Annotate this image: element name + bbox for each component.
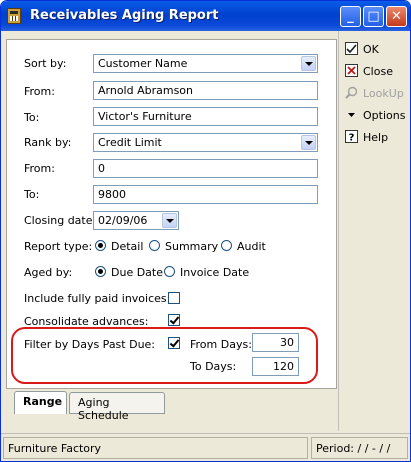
from-rank-field[interactable]: 0 xyxy=(93,159,318,178)
to-rank-label: To: xyxy=(24,188,40,201)
chevron-down-icon[interactable] xyxy=(301,135,316,150)
window-title: Receivables Aging Report xyxy=(30,8,219,23)
report-type-detail-radio[interactable] xyxy=(95,240,106,251)
report-window: Receivables Aging Report _ □ ✕ Sort by: … xyxy=(0,0,411,462)
include-paid-checkbox[interactable] xyxy=(168,292,180,304)
aged-by-due-date-label[interactable]: Due Date xyxy=(111,266,163,279)
status-bar: Furniture Factory Period: / / - / / xyxy=(1,433,410,461)
maximize-button[interactable]: □ xyxy=(363,6,384,27)
report-type-label: Report type: xyxy=(24,240,93,253)
ok-icon xyxy=(345,42,358,55)
close-label: Close xyxy=(363,65,393,78)
include-paid-label: Include fully paid invoices: xyxy=(24,292,171,305)
rank-by-value: Credit Limit xyxy=(98,136,162,149)
tab-range[interactable]: Range xyxy=(14,391,67,414)
close-icon xyxy=(345,64,358,77)
to-rank-field[interactable]: 9800 xyxy=(93,185,318,204)
report-type-summary-label[interactable]: Summary xyxy=(165,240,218,253)
help-label: Help xyxy=(363,131,389,144)
chevron-down-icon[interactable] xyxy=(301,56,316,71)
svg-text:?: ? xyxy=(349,133,355,144)
closing-date-picker[interactable]: 02/09/06 xyxy=(93,211,179,230)
report-type-summary-radio[interactable] xyxy=(149,240,160,251)
minimize-button[interactable]: _ xyxy=(340,6,361,27)
company-name: Furniture Factory xyxy=(3,437,308,459)
sort-by-value: Customer Name xyxy=(98,57,188,70)
command-sidebar: OK Close LookUp Options ? Help xyxy=(341,39,407,434)
triangle-down-icon xyxy=(348,113,355,117)
aged-by-invoice-date-label[interactable]: Invoice Date xyxy=(180,266,249,279)
highlight-annotation xyxy=(11,327,318,384)
closing-date-value: 02/09/06 xyxy=(98,214,148,227)
closing-date-label: Closing date: xyxy=(24,214,97,227)
rank-by-select[interactable]: Credit Limit xyxy=(93,133,318,152)
report-type-detail-label[interactable]: Detail xyxy=(111,240,143,253)
minimize-icon: _ xyxy=(347,9,354,24)
title-bar[interactable]: Receivables Aging Report _ □ ✕ xyxy=(1,1,410,31)
from-label: From: xyxy=(24,85,55,98)
lookup-icon xyxy=(345,86,358,99)
close-window-button[interactable]: ✕ xyxy=(386,6,407,27)
tab-aging-schedule[interactable]: Aging Schedule xyxy=(69,392,165,422)
to-label: To: xyxy=(24,111,40,124)
period-display: Period: / / - / / xyxy=(311,437,408,459)
aged-by-due-date-radio[interactable] xyxy=(95,266,106,277)
sort-by-label: Sort by: xyxy=(24,57,67,70)
ok-label: OK xyxy=(363,43,379,56)
sort-by-select[interactable]: Customer Name xyxy=(93,54,318,73)
rank-by-label: Rank by: xyxy=(24,136,72,149)
from-rank-label: From: xyxy=(24,162,55,175)
maximize-icon: □ xyxy=(367,9,380,24)
calculator-icon xyxy=(7,8,21,24)
aged-by-invoice-date-radio[interactable] xyxy=(164,266,175,277)
chevron-down-icon[interactable] xyxy=(162,213,177,228)
options-label: Options xyxy=(363,109,406,122)
close-icon: ✕ xyxy=(391,9,402,24)
help-icon: ? xyxy=(345,130,358,143)
consolidate-checkbox[interactable] xyxy=(168,314,180,326)
report-type-audit-label[interactable]: Audit xyxy=(237,240,266,253)
to-customer-field[interactable]: Victor's Furniture xyxy=(93,107,318,126)
report-type-audit-radio[interactable] xyxy=(221,240,232,251)
sidebar-divider xyxy=(338,31,339,431)
lookup-label: LookUp xyxy=(363,87,404,100)
aged-by-label: Aged by: xyxy=(24,266,73,279)
from-customer-field[interactable]: Arnold Abramson xyxy=(93,81,318,100)
